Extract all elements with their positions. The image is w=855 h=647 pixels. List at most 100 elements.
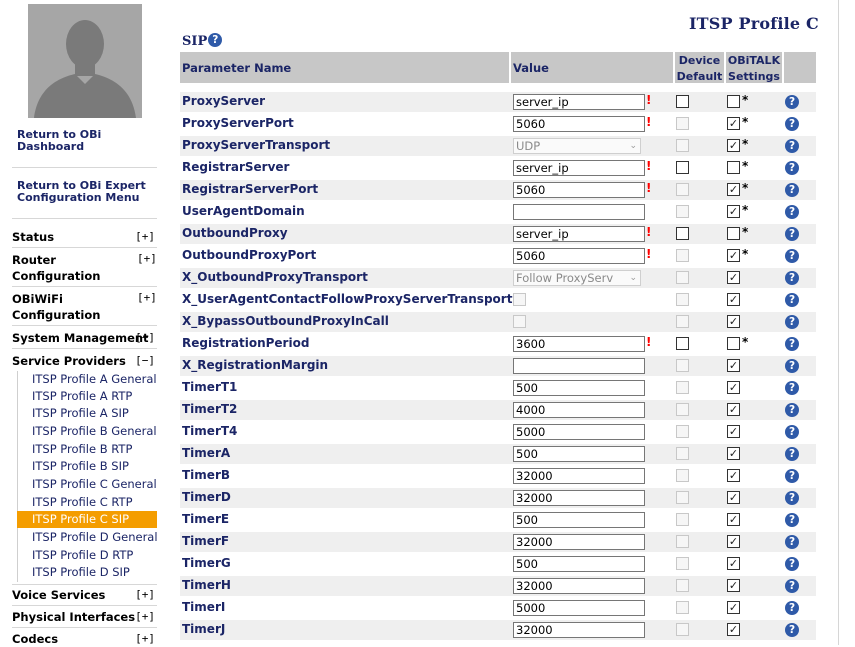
sidebar-section-service-providers[interactable]: Service Providers [−] [12, 353, 157, 369]
help-icon[interactable]: ? [785, 359, 799, 373]
help-icon[interactable]: ? [785, 535, 799, 549]
obitalk-settings-checkbox[interactable]: ✓ [727, 293, 740, 306]
obitalk-settings-checkbox[interactable] [727, 337, 740, 350]
sidebar-item-itsp-c-sip[interactable]: ITSP Profile C SIP [17, 511, 157, 528]
device-default-checkbox[interactable] [676, 227, 689, 240]
help-icon[interactable]: ? [785, 381, 799, 395]
expand-toggle[interactable]: [+] [135, 330, 155, 346]
collapse-toggle[interactable]: [−] [135, 353, 155, 369]
obitalk-settings-checkbox[interactable]: ✓ [727, 623, 740, 636]
value-input[interactable] [513, 204, 645, 220]
help-icon[interactable]: ? [785, 293, 799, 307]
obitalk-settings-checkbox[interactable]: ✓ [727, 117, 740, 130]
obitalk-settings-checkbox[interactable]: ✓ [727, 469, 740, 482]
help-icon[interactable]: ? [785, 623, 799, 637]
value-input[interactable]: 32000 [513, 534, 645, 550]
device-default-checkbox[interactable] [676, 535, 689, 548]
help-icon[interactable]: ? [785, 315, 799, 329]
value-input[interactable]: 500 [513, 512, 645, 528]
value-input[interactable]: 32000 [513, 622, 645, 638]
device-default-checkbox[interactable] [676, 359, 689, 372]
obitalk-settings-checkbox[interactable] [727, 161, 740, 174]
expand-toggle[interactable]: [+] [135, 609, 155, 625]
device-default-checkbox[interactable] [676, 139, 689, 152]
obitalk-settings-checkbox[interactable]: ✓ [727, 403, 740, 416]
sidebar-section-voice-services[interactable]: Voice Services [+] [12, 587, 157, 603]
obitalk-settings-checkbox[interactable]: ✓ [727, 491, 740, 504]
obitalk-settings-checkbox[interactable]: ✓ [727, 359, 740, 372]
help-icon[interactable]: ? [785, 227, 799, 241]
return-expert-menu-link[interactable]: Return to OBi Expert Configuration Menu [17, 180, 157, 204]
sidebar-item-itsp-a-sip[interactable]: ITSP Profile A SIP [17, 405, 157, 422]
help-icon[interactable]: ? [785, 425, 799, 439]
value-input[interactable]: 32000 [513, 490, 645, 506]
value-input[interactable]: 500 [513, 556, 645, 572]
sidebar-section-obiwifi-configuration[interactable]: OBiWiFi Configuration [12, 291, 112, 323]
sidebar-section-router-configuration[interactable]: Router Configuration [12, 252, 112, 284]
value-input[interactable]: server_ip [513, 226, 645, 242]
sidebar-item-itsp-c-rtp[interactable]: ITSP Profile C RTP [17, 494, 157, 511]
obitalk-settings-checkbox[interactable]: ✓ [727, 271, 740, 284]
value-input[interactable]: 32000 [513, 468, 645, 484]
device-default-checkbox[interactable] [676, 557, 689, 570]
help-icon[interactable]: ? [785, 95, 799, 109]
device-default-checkbox[interactable] [676, 95, 689, 108]
value-checkbox[interactable] [513, 315, 526, 328]
device-default-checkbox[interactable] [676, 579, 689, 592]
sidebar-item-itsp-d-general[interactable]: ITSP Profile D General [17, 529, 158, 546]
sidebar-item-itsp-b-sip[interactable]: ITSP Profile B SIP [17, 458, 157, 475]
help-icon[interactable]: ? [785, 447, 799, 461]
obitalk-settings-checkbox[interactable]: ✓ [727, 381, 740, 394]
obitalk-settings-checkbox[interactable]: ✓ [727, 447, 740, 460]
expand-toggle[interactable]: [+] [135, 229, 155, 245]
device-default-checkbox[interactable] [676, 315, 689, 328]
expand-toggle[interactable]: [+] [137, 291, 158, 304]
help-icon[interactable]: ? [785, 469, 799, 483]
sidebar-item-itsp-a-rtp[interactable]: ITSP Profile A RTP [17, 388, 157, 405]
value-input[interactable]: 4000 [513, 402, 645, 418]
device-default-checkbox[interactable] [676, 161, 689, 174]
return-dashboard-link[interactable]: Return to OBi Dashboard [17, 129, 157, 153]
sidebar-item-itsp-b-rtp[interactable]: ITSP Profile B RTP [17, 441, 157, 458]
help-icon[interactable]: ? [785, 579, 799, 593]
obitalk-settings-checkbox[interactable]: ✓ [727, 513, 740, 526]
obitalk-settings-checkbox[interactable] [727, 227, 740, 240]
device-default-checkbox[interactable] [676, 447, 689, 460]
device-default-checkbox[interactable] [676, 337, 689, 350]
value-input[interactable]: 5000 [513, 600, 645, 616]
value-input[interactable]: 500 [513, 446, 645, 462]
device-default-checkbox[interactable] [676, 623, 689, 636]
obitalk-settings-checkbox[interactable]: ✓ [727, 205, 740, 218]
obitalk-settings-checkbox[interactable]: ✓ [727, 557, 740, 570]
device-default-checkbox[interactable] [676, 425, 689, 438]
device-default-checkbox[interactable] [676, 403, 689, 416]
value-input[interactable]: 5060 [513, 116, 645, 132]
value-input[interactable]: 3600 [513, 336, 645, 352]
obitalk-settings-checkbox[interactable]: ✓ [727, 315, 740, 328]
help-icon[interactable]: ? [785, 601, 799, 615]
obitalk-settings-checkbox[interactable]: ✓ [727, 579, 740, 592]
device-default-checkbox[interactable] [676, 491, 689, 504]
sidebar-section-system-management[interactable]: System Management [+] [12, 330, 157, 346]
value-select[interactable]: UDP ⌄ [513, 138, 641, 154]
device-default-checkbox[interactable] [676, 293, 689, 306]
expand-toggle[interactable]: [+] [137, 252, 158, 265]
obitalk-settings-checkbox[interactable]: ✓ [727, 601, 740, 614]
help-icon[interactable]: ? [785, 249, 799, 263]
sidebar-section-status[interactable]: Status [+] [12, 229, 157, 245]
value-input[interactable] [513, 358, 645, 374]
value-select[interactable]: Follow ProxyServ ⌄ [513, 270, 641, 286]
device-default-checkbox[interactable] [676, 469, 689, 482]
obitalk-settings-checkbox[interactable]: ✓ [727, 139, 740, 152]
help-icon[interactable]: ? [785, 117, 799, 131]
sidebar-item-itsp-b-general[interactable]: ITSP Profile B General [17, 423, 157, 440]
sidebar-item-itsp-d-rtp[interactable]: ITSP Profile D RTP [17, 547, 157, 564]
device-default-checkbox[interactable] [676, 117, 689, 130]
help-icon[interactable]: ? [785, 557, 799, 571]
obitalk-settings-checkbox[interactable] [727, 95, 740, 108]
device-default-checkbox[interactable] [676, 249, 689, 262]
sidebar-section-physical-interfaces[interactable]: Physical Interfaces [+] [12, 609, 157, 625]
device-default-checkbox[interactable] [676, 513, 689, 526]
help-icon[interactable]: ? [785, 491, 799, 505]
help-icon[interactable]: ? [785, 513, 799, 527]
